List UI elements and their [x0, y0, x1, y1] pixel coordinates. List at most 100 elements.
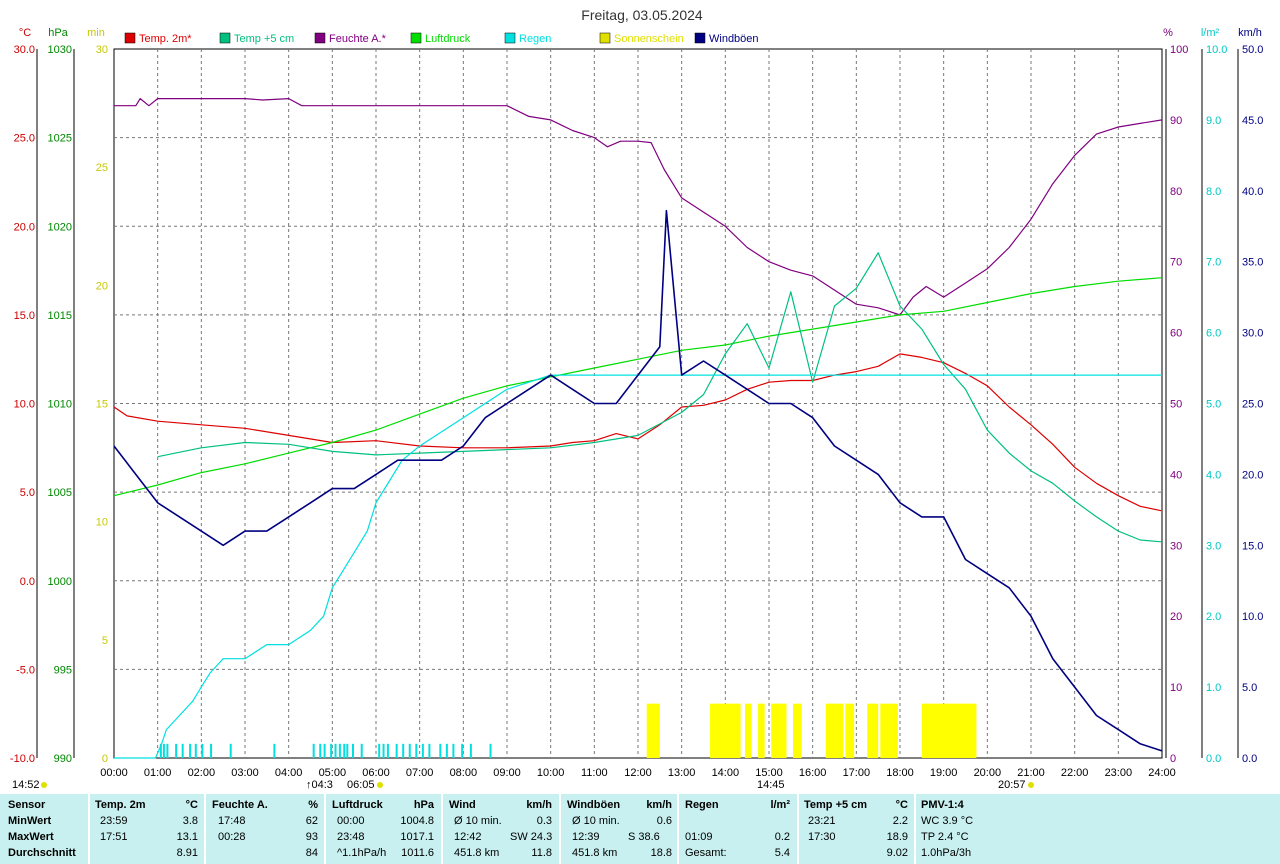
summary-table: Sensor Temp. 2m °C Feuchte A.% Luftdruck hPa W… — [0, 794, 1280, 864]
humidity-time: 17:48 — [218, 815, 246, 827]
pressure-time: 00:00 — [337, 815, 365, 827]
rain-bar — [382, 743, 385, 758]
x-tick-label: 07:00 — [406, 767, 434, 779]
kmh-tick-label: 10.0 — [1242, 611, 1263, 623]
humidity-value: 84 — [305, 847, 318, 859]
pct-tick-label: 70 — [1170, 257, 1182, 269]
kmh-tick-label: 0.0 — [1242, 753, 1257, 765]
temp-value: 3.8 — [182, 815, 198, 827]
x-tick-label: 11:00 — [581, 767, 608, 779]
rain-bar — [273, 743, 276, 758]
rain-time: Gesamt: — [685, 847, 727, 859]
legend-entry: Luftdruck — [425, 33, 471, 45]
rain-bar — [201, 743, 204, 758]
gust-value: 0.6 — [656, 815, 672, 827]
hpa-tick-label: 1015 — [48, 310, 72, 322]
rain-bar — [210, 743, 213, 758]
legend-swatch — [314, 32, 326, 44]
kmh-tick-label: 25.0 — [1242, 399, 1263, 411]
rain-bar — [415, 743, 418, 758]
pct-tick-label: 80 — [1170, 186, 1182, 198]
rain-bar — [312, 743, 315, 758]
pmv-value: TP 2.4 °C — [921, 831, 969, 843]
header-pressure-unit: hPa — [413, 799, 434, 811]
pct-tick-label: 90 — [1170, 115, 1182, 127]
rain-time: 01:09 — [685, 831, 713, 843]
rain-value: 5.4 — [774, 847, 790, 859]
rain-bar — [395, 743, 398, 758]
gust-time: 451.8 km — [572, 847, 618, 859]
legend: Temp. 2m* Temp +5 cm Feuchte A.* Luftdruck R… — [124, 32, 759, 45]
pressure-value: 1011.6 — [401, 847, 434, 859]
rain-bar — [334, 743, 337, 758]
x-tick-label: 22:00 — [1061, 767, 1089, 779]
min-tick-label: 20 — [96, 280, 108, 292]
temp-tick-label: 15.0 — [14, 310, 35, 322]
rain-bar — [319, 743, 322, 758]
header-pressure: Luftdruck — [332, 799, 383, 811]
row-label: MinWert — [8, 815, 52, 827]
kmh-tick-label: 20.0 — [1242, 469, 1263, 481]
legend-swatch — [504, 32, 516, 44]
rain-bar — [194, 743, 197, 758]
rain-tick-label: 0.0 — [1206, 753, 1221, 765]
sunshine-bar — [825, 703, 844, 758]
rain-tick-label: 6.0 — [1206, 328, 1221, 340]
legend-entry: Temp +5 cm — [234, 33, 294, 45]
gust-time: 12:39 — [572, 831, 600, 843]
pmv-value: WC 3.9 °C — [921, 815, 974, 827]
hpa-tick-label: 1000 — [48, 576, 72, 588]
column-separator — [559, 794, 561, 864]
rain-tick-label: 5.0 — [1206, 399, 1221, 411]
wind-time: 12:42 — [454, 831, 482, 843]
row-label: MaxWert — [8, 831, 54, 843]
wind-max: SW 24.3 — [510, 831, 553, 843]
kmh-tick-label: 30.0 — [1242, 328, 1263, 340]
x-tick-label: 03:00 — [231, 767, 259, 779]
x-tick-label: 15:00 — [755, 767, 783, 779]
legend-swatch — [124, 32, 136, 44]
header-temp: Temp. 2m — [95, 799, 146, 811]
rain-tick-label: 4.0 — [1206, 469, 1221, 481]
rain-bar — [461, 743, 464, 758]
x-tick-label: 16:00 — [799, 767, 827, 779]
header-temp5: Temp +5 cm — [804, 799, 868, 811]
temp-time: 23:59 — [100, 815, 128, 827]
rain-tick-label: 10.0 — [1206, 44, 1227, 56]
gust-time: Ø 10 min. — [572, 815, 620, 827]
temp5-value: 18.9 — [886, 831, 908, 843]
rain-tick-label: 8.0 — [1206, 186, 1221, 198]
legend-entry: Windböen — [709, 33, 759, 45]
min-tick-label: 10 — [96, 517, 108, 529]
temp-tick-label: 5.0 — [20, 487, 35, 499]
rain-bar — [162, 743, 165, 758]
rain-bar — [181, 743, 184, 758]
column-separator — [441, 794, 443, 864]
humidity-value: 93 — [305, 831, 318, 843]
legend-swatch — [410, 32, 422, 44]
temp-tick-label: -5.0 — [16, 664, 35, 676]
rain-bar — [343, 743, 346, 758]
x-tick-label: 14:00 — [712, 767, 740, 779]
humidity-time: 00:28 — [218, 831, 246, 843]
sunshine-bar — [758, 703, 765, 758]
header-wind: Wind — [449, 799, 476, 811]
x-tick-label: 21:00 — [1017, 767, 1045, 779]
temp-time: 17:51 — [100, 831, 128, 843]
legend-entry: Regen — [519, 33, 551, 45]
gust-value: 18.8 — [650, 847, 672, 859]
rain-tick-label: 9.0 — [1206, 115, 1221, 127]
temp-value: 13.1 — [176, 831, 198, 843]
legend-entry: Feuchte A.* — [329, 33, 387, 45]
current-time-label: 14:52 — [12, 779, 40, 791]
hpa-tick-label: 1020 — [48, 221, 72, 233]
x-tick-label: 17:00 — [843, 767, 871, 779]
header-rain: Regen — [685, 799, 719, 811]
sun-marker-icon — [1028, 782, 1034, 788]
hpa-tick-label: 1005 — [48, 487, 72, 499]
sun-marker-icon — [41, 782, 47, 788]
rain-bar — [402, 743, 405, 758]
x-tick-label: 04:00 — [275, 767, 303, 779]
temp-tick-label: 0.0 — [20, 576, 35, 588]
temp5-time: 23:21 — [808, 815, 836, 827]
